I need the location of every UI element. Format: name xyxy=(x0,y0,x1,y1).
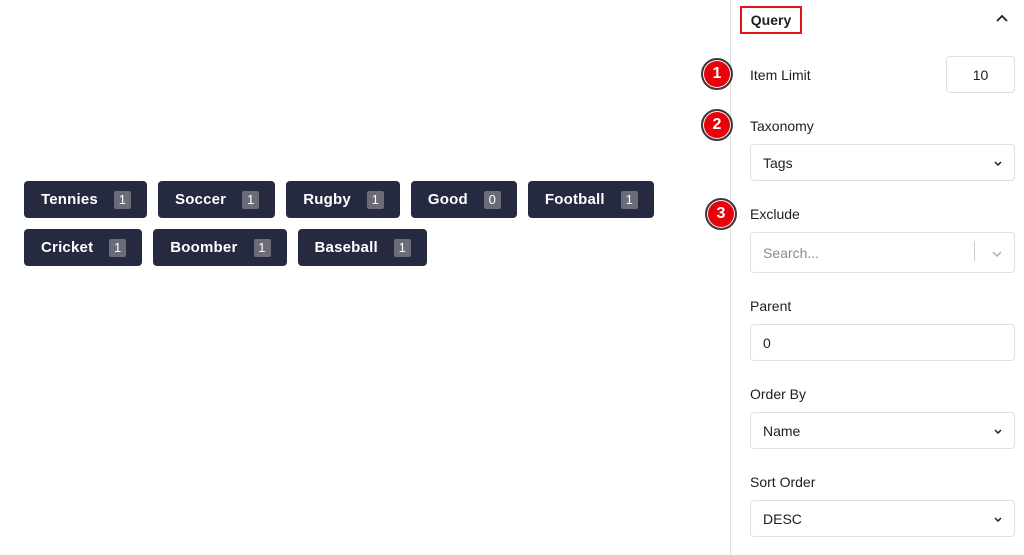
order-by-select[interactable]: Name xyxy=(750,412,1015,449)
editor-canvas: Tennies 1 Soccer 1 Rugby 1 Good 0 Football 1 … xyxy=(0,0,730,555)
tag-item[interactable]: Cricket 1 xyxy=(24,229,143,266)
settings-sidebar: Query 1 Item Limit 10 2 Taxonomy Tags 3 … xyxy=(701,0,1024,555)
item-limit-input[interactable]: 10 xyxy=(946,56,1015,93)
sort-order-label: Sort Order xyxy=(750,474,816,490)
parent-input[interactable]: 0 xyxy=(750,324,1015,361)
tag-count: 1 xyxy=(113,190,131,209)
tag-name: Rugby xyxy=(303,191,351,208)
item-limit-label: Item Limit xyxy=(750,67,811,83)
taxonomy-value: Tags xyxy=(763,154,793,171)
sort-order-value: DESC xyxy=(763,510,802,527)
query-panel-title[interactable]: Query xyxy=(740,6,802,34)
tag-name: Cricket xyxy=(41,239,94,256)
parent-label: Parent xyxy=(750,298,792,314)
separator xyxy=(974,241,975,261)
tag-count: 1 xyxy=(109,238,127,257)
exclude-search-input[interactable]: Search... xyxy=(750,232,1015,273)
step-marker-1: 1 xyxy=(701,58,733,90)
exclude-label: Exclude xyxy=(750,206,800,222)
tag-item[interactable]: Baseball 1 xyxy=(297,229,427,266)
tag-item[interactable]: Tennies 1 xyxy=(24,181,147,218)
sort-order-select[interactable]: DESC xyxy=(750,500,1015,537)
tag-name: Good xyxy=(427,191,468,208)
tag-count: 1 xyxy=(366,190,384,209)
chevron-down-icon xyxy=(994,429,1002,435)
exclude-placeholder: Search... xyxy=(763,244,820,261)
tag-count: 1 xyxy=(620,190,638,209)
order-by-label: Order By xyxy=(750,386,807,402)
parent-value: 0 xyxy=(763,334,771,351)
chevron-up-icon[interactable] xyxy=(993,10,1011,28)
tag-name: Boomber xyxy=(170,239,238,256)
step-marker-3: 3 xyxy=(705,198,737,230)
chevron-down-icon xyxy=(994,161,1002,167)
tag-count: 1 xyxy=(242,190,260,209)
taxonomy-label: Taxonomy xyxy=(750,118,814,134)
tag-item[interactable]: Good 0 xyxy=(410,181,517,218)
tag-item[interactable]: Rugby 1 xyxy=(286,181,400,218)
chevron-down-icon[interactable] xyxy=(990,247,1004,261)
chevron-down-icon xyxy=(994,517,1002,523)
taxonomy-select[interactable]: Tags xyxy=(750,144,1015,181)
tag-name: Soccer xyxy=(174,191,227,208)
tag-item[interactable]: Soccer 1 xyxy=(157,181,276,218)
tag-name: Tennies xyxy=(41,191,98,208)
step-marker-2: 2 xyxy=(701,109,733,141)
tag-item[interactable]: Boomber 1 xyxy=(153,229,287,266)
tag-count: 0 xyxy=(483,190,501,209)
tag-cloud: Tennies 1 Soccer 1 Rugby 1 Good 0 Football 1 … xyxy=(24,181,704,266)
tag-count: 1 xyxy=(253,238,271,257)
tag-name: Football xyxy=(544,191,605,208)
tag-name: Baseball xyxy=(314,239,378,256)
tag-count: 1 xyxy=(393,238,411,257)
tag-item[interactable]: Football 1 xyxy=(527,181,654,218)
order-by-value: Name xyxy=(763,422,801,439)
